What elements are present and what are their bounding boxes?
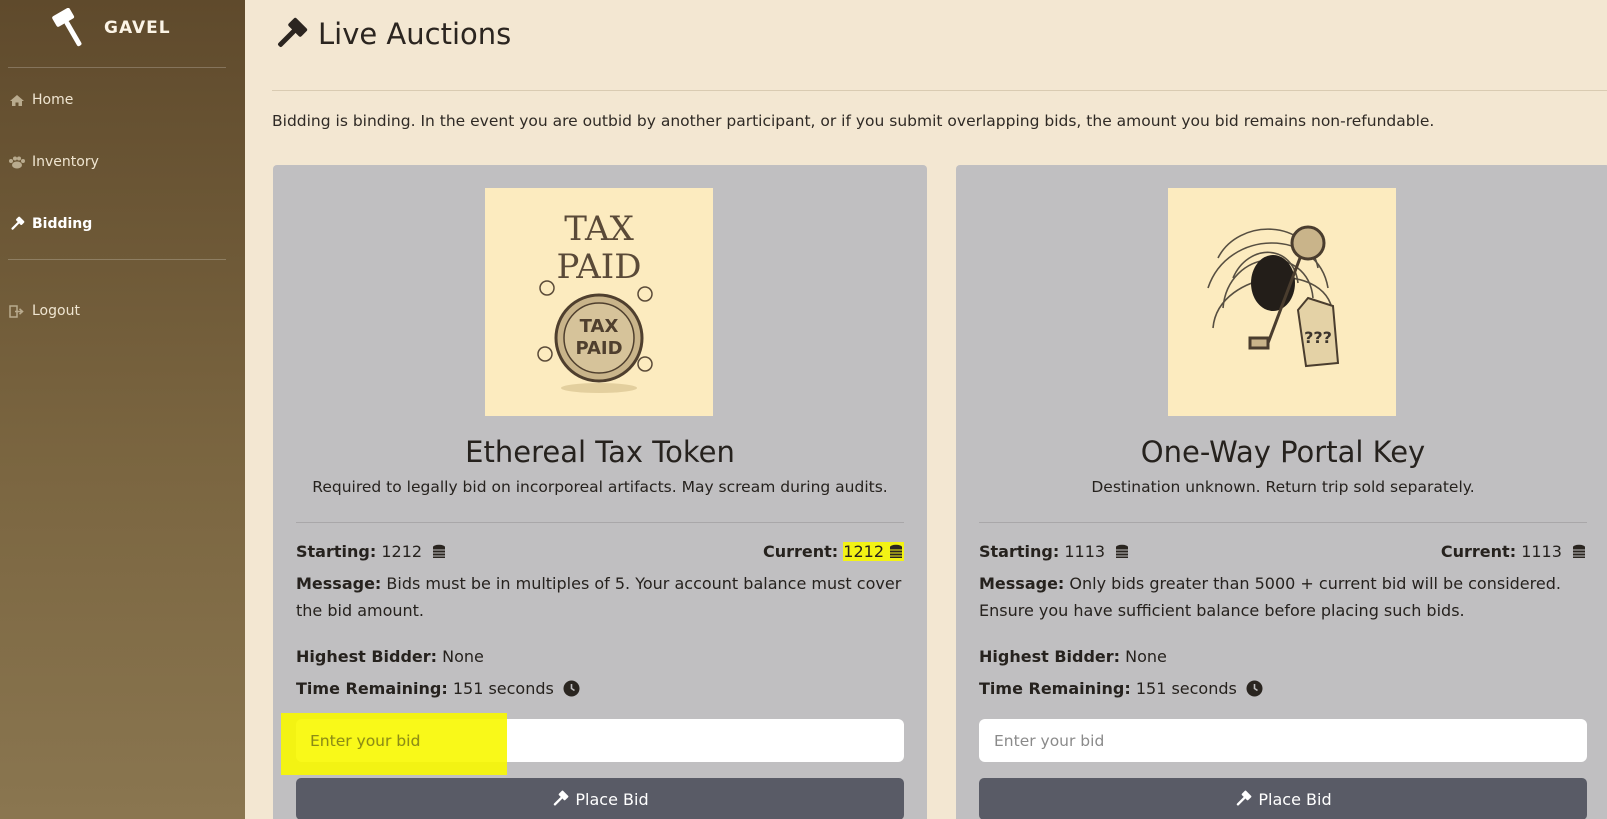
sidebar-item-label: Logout (32, 303, 80, 319)
svg-text:PAID: PAID (575, 338, 622, 359)
auction-card: ??? One-Way Portal Key Destination unkno… (956, 165, 1607, 819)
item-image: TAX PAID TAX PAID (485, 188, 713, 416)
place-bid-button[interactable]: Place Bid (979, 778, 1587, 819)
sidebar-item-bidding[interactable]: Bidding (8, 211, 92, 237)
gavel-logo-icon (52, 8, 82, 47)
clock-icon (563, 680, 580, 697)
header-divider (272, 90, 1607, 91)
clock-icon (1246, 680, 1263, 697)
gavel-icon (1237, 790, 1252, 806)
item-description: Required to legally bid on incorporeal a… (312, 478, 888, 496)
sidebar-divider (8, 259, 226, 260)
bid-message: Message: Bids must be in multiples of 5.… (296, 574, 902, 620)
time-remaining: Time Remaining: 151 seconds (979, 675, 1587, 702)
item-image: ??? (1168, 188, 1396, 416)
gavel-icon (8, 216, 26, 231)
svg-text:TAX: TAX (564, 209, 634, 249)
bid-input[interactable] (979, 719, 1587, 762)
time-remaining: Time Remaining: 151 seconds (296, 675, 904, 702)
current-value: 1113 (1521, 542, 1562, 561)
highest-bidder: Highest Bidder: None (296, 647, 484, 666)
bidding-notice: Bidding is binding. In the event you are… (272, 112, 1435, 130)
sidebar: GAVEL Home Inventory Bidding Logout (0, 0, 245, 819)
page-title: Live Auctions (318, 17, 512, 51)
main-content: Live Auctions Bidding is binding. In the… (245, 0, 1607, 819)
bid-input[interactable] (296, 719, 904, 762)
place-bid-button[interactable]: Place Bid (296, 778, 904, 819)
page-header: Live Auctions (272, 12, 511, 56)
brand[interactable]: GAVEL (50, 8, 230, 52)
sidebar-item-label: Bidding (32, 216, 93, 232)
sidebar-item-logout[interactable]: Logout (8, 298, 80, 324)
paw-icon (8, 155, 26, 169)
brand-name: GAVEL (104, 18, 171, 38)
svg-text:PAID: PAID (557, 247, 642, 287)
home-icon (8, 93, 26, 107)
sidebar-item-label: Home (32, 92, 74, 108)
item-title: One-Way Portal Key (1140, 435, 1426, 469)
card-divider (296, 522, 904, 523)
current-value-highlight: 1212 (843, 542, 904, 561)
highest-bidder: Highest Bidder: None (979, 647, 1167, 666)
logout-icon (8, 304, 26, 318)
bid-message: Message: Only bids greater than 5000 + c… (979, 574, 1561, 620)
svg-text:???: ??? (1304, 328, 1332, 347)
coins-icon (890, 544, 902, 558)
sidebar-item-home[interactable]: Home (8, 87, 73, 113)
sidebar-item-label: Inventory (32, 154, 99, 170)
current-price: Current: 1113 (979, 538, 1587, 565)
gavel-icon (554, 790, 569, 806)
current-value: 1212 (843, 542, 884, 561)
item-description: Destination unknown. Return trip sold se… (1091, 478, 1475, 496)
gavel-icon (278, 17, 308, 47)
sidebar-item-inventory[interactable]: Inventory (8, 149, 99, 175)
current-price: Current: 1212 (296, 538, 904, 565)
item-title: Ethereal Tax Token (465, 435, 735, 469)
coins-icon (1573, 544, 1585, 558)
auction-card: TAX PAID TAX PAID Ethereal Tax Token Req… (273, 165, 927, 819)
card-divider (979, 522, 1587, 523)
sidebar-divider (8, 67, 226, 68)
svg-text:TAX: TAX (580, 316, 619, 337)
